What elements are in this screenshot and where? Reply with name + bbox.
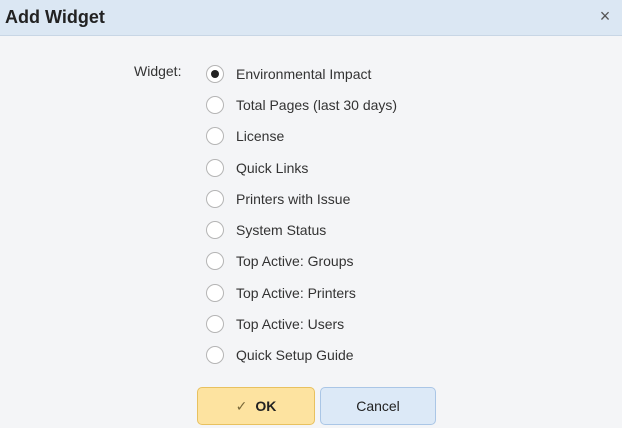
widget-option-top-active-users[interactable]: Top Active: Users: [206, 308, 397, 339]
option-label: Printers with Issue: [236, 190, 351, 207]
widget-option-total-pages[interactable]: Total Pages (last 30 days): [206, 89, 397, 120]
option-label: Top Active: Groups: [236, 253, 354, 270]
option-label: Total Pages (last 30 days): [236, 96, 398, 113]
option-label: Environmental Impact: [236, 65, 372, 82]
option-label: Quick Links: [236, 159, 309, 176]
radio-button[interactable]: [206, 346, 224, 365]
widget-option-printers-with-issue[interactable]: Printers with Issue: [206, 183, 397, 214]
radio-button[interactable]: [206, 189, 224, 208]
radio-button[interactable]: [206, 252, 224, 271]
radio-button[interactable]: [206, 315, 224, 334]
option-label: System Status: [236, 222, 327, 239]
cancel-button-label: Cancel: [356, 398, 400, 414]
widget-option-quick-links[interactable]: Quick Links: [206, 152, 397, 183]
radio-button[interactable]: [206, 283, 224, 302]
checkmark-icon: ✓: [235, 398, 248, 414]
dialog-titlebar: Add Widget ×: [0, 0, 622, 36]
widget-option-top-active-groups[interactable]: Top Active: Groups: [206, 246, 397, 277]
radio-button[interactable]: [206, 158, 224, 177]
ok-button[interactable]: ✓ OK: [197, 387, 315, 425]
ok-button-label: OK: [255, 398, 277, 414]
radio-button[interactable]: [206, 221, 224, 240]
option-label: License: [236, 128, 285, 145]
widget-option-environmental-impact[interactable]: Environmental Impact: [206, 58, 397, 89]
widget-option-top-active-printers[interactable]: Top Active: Printers: [206, 277, 397, 308]
close-icon[interactable]: ×: [596, 6, 614, 26]
radio-button[interactable]: [206, 95, 224, 114]
option-label: Top Active: Users: [236, 316, 345, 333]
radio-button[interactable]: [206, 64, 224, 83]
widget-option-license[interactable]: License: [206, 121, 397, 152]
widget-radio-group: Environmental Impact Total Pages (last 3…: [206, 58, 397, 371]
widget-option-system-status[interactable]: System Status: [206, 214, 397, 245]
radio-button[interactable]: [206, 127, 224, 146]
dialog-title: Add Widget: [5, 7, 105, 27]
widget-option-quick-setup-guide[interactable]: Quick Setup Guide: [206, 340, 397, 371]
widget-field-label: Widget:: [134, 63, 182, 79]
option-label: Quick Setup Guide: [236, 347, 354, 364]
option-label: Top Active: Printers: [236, 284, 356, 301]
add-widget-dialog: Add Widget × Widget: Environmental Impac…: [0, 0, 622, 428]
cancel-button[interactable]: Cancel: [320, 387, 436, 425]
